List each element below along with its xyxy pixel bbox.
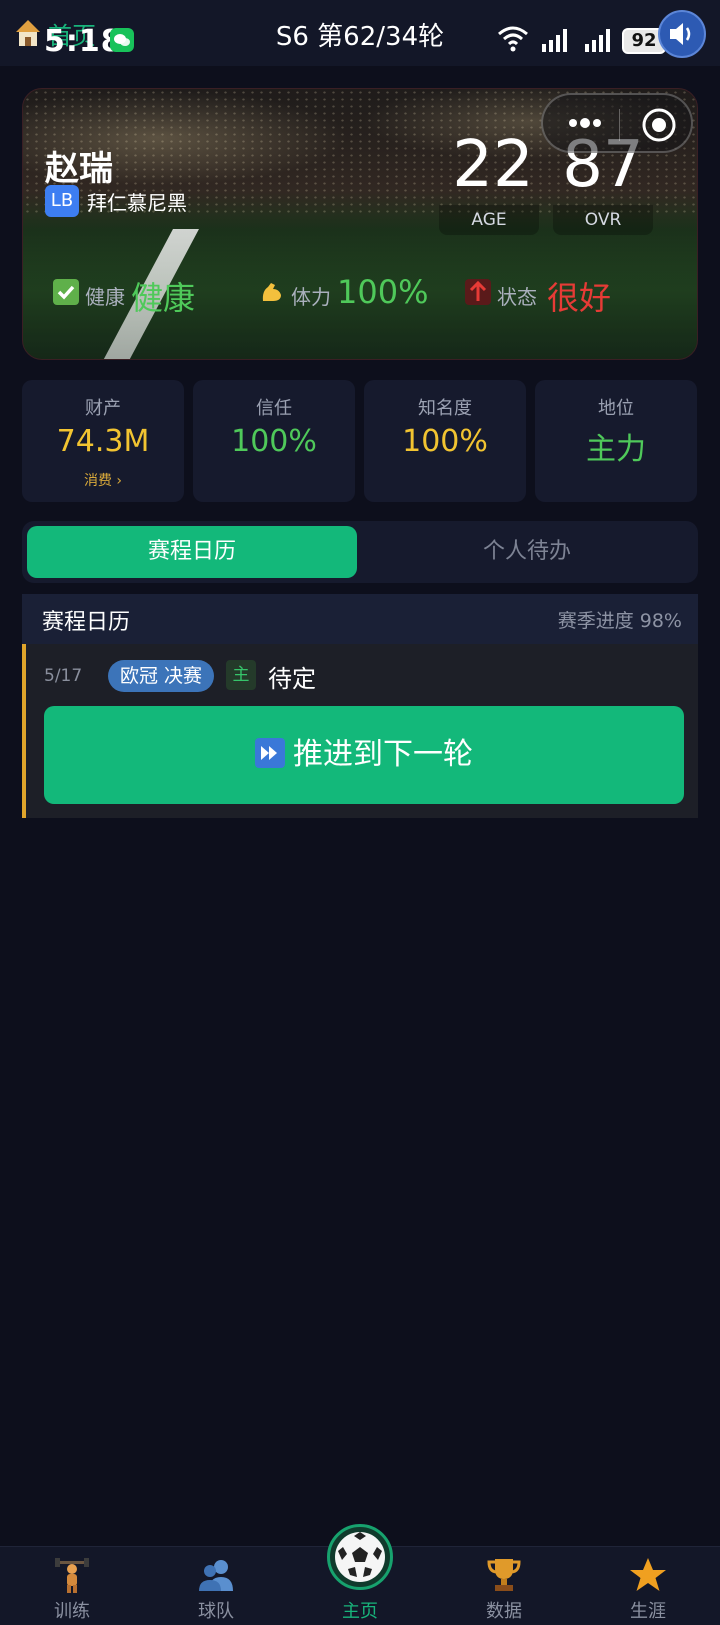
app-root: 首页 5:18 S6 第62/34轮 92 赵瑞 LB 拜仁慕尼黑 22 AGE… bbox=[0, 0, 720, 1625]
flexed-bicep-icon bbox=[259, 279, 285, 305]
match-date: 5/17 bbox=[44, 666, 83, 686]
nav-label-training: 训练 bbox=[54, 1601, 90, 1622]
soccer-ball-icon[interactable] bbox=[327, 1524, 393, 1590]
fast-forward-icon bbox=[255, 738, 285, 768]
match-card: 5/17 欧冠 决赛 主 待定 推进到下一轮 bbox=[22, 644, 698, 818]
capsule-divider bbox=[619, 109, 620, 141]
fame-label: 知名度 bbox=[418, 398, 472, 419]
fame-card: 知名度 100% bbox=[364, 380, 526, 502]
speaker-icon[interactable] bbox=[658, 10, 706, 58]
trust-card: 信任 100% bbox=[193, 380, 355, 502]
close-target-icon[interactable] bbox=[639, 105, 679, 145]
competition-badge: 欧冠 决赛 bbox=[108, 660, 215, 692]
form-value: 很好 bbox=[547, 279, 612, 317]
wealth-card: 财产 74.3M 消费 › bbox=[22, 380, 184, 502]
position-badge: LB bbox=[45, 185, 79, 217]
player-hero-card: 赵瑞 LB 拜仁慕尼黑 22 AGE 87 OVR 健康 健康 体力 100% … bbox=[22, 88, 698, 360]
more-icon[interactable] bbox=[565, 111, 605, 135]
health-stat: 健康 健康 bbox=[53, 273, 233, 317]
trophy-icon bbox=[487, 1559, 521, 1591]
age-value: 22 bbox=[452, 128, 534, 202]
tab-todo[interactable]: 个人待办 bbox=[362, 526, 692, 578]
opponent-name: 待定 bbox=[268, 665, 316, 693]
signal-icon bbox=[542, 29, 567, 52]
trust-label: 信任 bbox=[256, 398, 292, 419]
star-icon bbox=[630, 1558, 666, 1591]
status-card: 地位 主力 bbox=[535, 380, 697, 502]
nav-item-career[interactable]: 生涯 bbox=[576, 1547, 720, 1625]
stamina-value: 100% bbox=[337, 273, 429, 311]
schedule-header: 赛程日历 赛季进度 98% bbox=[22, 594, 698, 644]
venue-badge: 主 bbox=[226, 660, 256, 690]
nav-label-career: 生涯 bbox=[630, 1601, 666, 1622]
trust-value: 100% bbox=[231, 424, 317, 459]
spend-link[interactable]: 消费 › bbox=[22, 470, 184, 490]
nav-label-data: 数据 bbox=[486, 1601, 522, 1622]
nav-item-training[interactable]: 训练 bbox=[0, 1547, 144, 1625]
season-progress: 赛季进度 98% bbox=[557, 610, 682, 632]
team-name: 拜仁慕尼黑 bbox=[87, 191, 187, 215]
ovr-label: OVR bbox=[553, 205, 653, 235]
form-stat: 状态 很好 bbox=[465, 273, 665, 317]
miniprogram-capsule bbox=[541, 93, 693, 153]
status-bar: 首页 5:18 S6 第62/34轮 92 bbox=[0, 0, 720, 66]
tab-bar: 赛程日历 个人待办 bbox=[22, 521, 698, 583]
status-value: 主力 bbox=[586, 432, 646, 467]
nav-item-team[interactable]: 球队 bbox=[144, 1547, 288, 1625]
nav-item-data[interactable]: 数据 bbox=[432, 1547, 576, 1625]
advance-round-button[interactable]: 推进到下一轮 bbox=[44, 706, 684, 804]
team-icon bbox=[199, 1560, 233, 1591]
tab-schedule[interactable]: 赛程日历 bbox=[27, 526, 357, 578]
wealth-label: 财产 bbox=[85, 398, 121, 419]
health-value: 健康 bbox=[131, 279, 196, 317]
stamina-label: 体力 bbox=[291, 285, 331, 309]
form-label: 状态 bbox=[497, 285, 537, 309]
nav-label-home: 主页 bbox=[342, 1601, 378, 1622]
schedule-title: 赛程日历 bbox=[42, 610, 131, 635]
wifi-icon bbox=[498, 26, 528, 52]
up-arrow-icon bbox=[465, 279, 491, 305]
checkmark-icon bbox=[53, 279, 79, 305]
age-label: AGE bbox=[439, 205, 539, 235]
stamina-stat: 体力 100% bbox=[259, 273, 439, 313]
weightlifter-icon bbox=[55, 1558, 89, 1593]
wealth-value: 74.3M bbox=[56, 424, 150, 459]
status-label: 地位 bbox=[598, 398, 634, 419]
advance-round-label: 推进到下一轮 bbox=[293, 737, 473, 772]
health-label: 健康 bbox=[85, 285, 125, 309]
nav-label-team: 球队 bbox=[198, 1601, 234, 1622]
fame-value: 100% bbox=[402, 424, 488, 459]
player-name: 赵瑞 bbox=[45, 149, 113, 189]
signal-icon bbox=[585, 29, 610, 52]
